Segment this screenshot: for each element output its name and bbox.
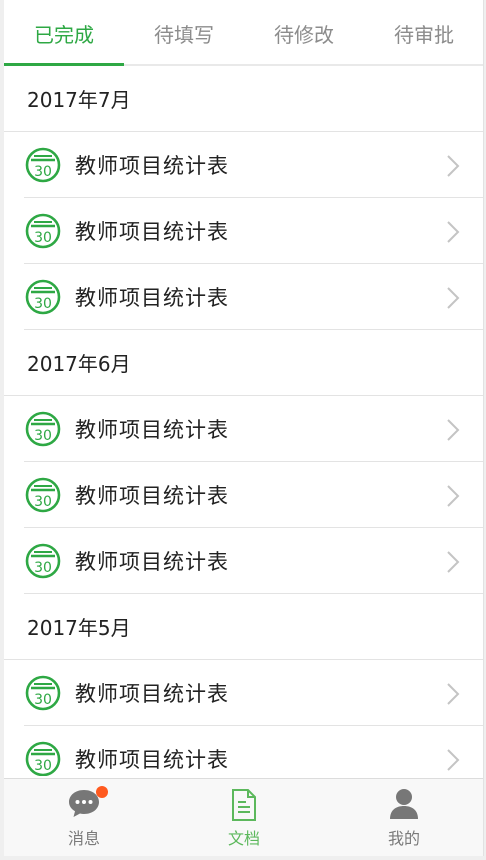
month-header: 2017年7月 [4,66,483,132]
tab-to-approve[interactable]: 待审批 [364,0,483,64]
list-item-title: 教师项目统计表 [75,219,229,244]
chevron-right-icon [447,683,460,705]
app-screen: 已完成 待填写 待修改 待审批 2017年7月 30 教师项目统计表 30 教师项目统计… [4,0,484,856]
nav-messages-label: 消息 [67,829,100,848]
month-header: 2017年5月 [4,594,483,660]
calendar-icon-number: 30 [34,428,52,444]
chevron-right-icon [447,749,460,771]
calendar-icon-number: 30 [34,230,52,246]
chevron-right-icon [447,485,460,507]
list-item[interactable]: 30 教师项目统计表 [24,264,483,330]
document-icon [232,789,256,821]
calendar-icon: 30 [25,543,61,578]
nav-profile[interactable]: 我的 [324,779,483,856]
list-item[interactable]: 30 教师项目统计表 [24,660,483,726]
calendar-icon: 30 [25,147,61,182]
chevron-right-icon [447,551,460,573]
list-item-title: 教师项目统计表 [75,681,229,706]
nav-messages[interactable]: 消息 [4,779,164,856]
chevron-right-icon [447,287,460,309]
month-header: 2017年6月 [4,330,483,396]
calendar-icon-number: 30 [34,560,52,576]
tab-completed[interactable]: 已完成 [4,0,124,66]
unread-badge [96,786,108,798]
list-item[interactable]: 30 教师项目统计表 [24,528,483,594]
person-icon [390,789,418,819]
calendar-icon: 30 [25,675,61,710]
chevron-right-icon [447,221,460,243]
nav-documents[interactable]: 文档 [164,779,324,856]
calendar-icon-number: 30 [34,758,52,774]
list-item[interactable]: 30 教师项目统计表 [24,132,483,198]
nav-profile-label: 我的 [387,829,420,848]
document-list: 2017年7月 30 教师项目统计表 30 教师项目统计表 30 教师项目统计表 2017年6… [4,66,483,776]
tab-to-fill[interactable]: 待填写 [124,0,244,64]
calendar-icon: 30 [25,411,61,446]
calendar-icon-number: 30 [34,164,52,180]
calendar-icon: 30 [25,213,61,248]
calendar-icon-number: 30 [34,296,52,312]
list-item-title: 教师项目统计表 [75,285,229,310]
calendar-icon-number: 30 [34,494,52,510]
list-item[interactable]: 30 教师项目统计表 [24,198,483,264]
list-item-title: 教师项目统计表 [75,153,229,178]
chevron-right-icon [447,155,460,177]
chevron-right-icon [447,419,460,441]
tab-to-revise[interactable]: 待修改 [244,0,364,64]
list-item-title: 教师项目统计表 [75,483,229,508]
bottom-nav: 消息 文档 我的 [4,778,483,856]
list-item-title: 教师项目统计表 [75,549,229,574]
list-item[interactable]: 30 教师项目统计表 [24,396,483,462]
calendar-icon: 30 [25,741,61,776]
calendar-icon-number: 30 [34,692,52,708]
calendar-icon: 30 [25,477,61,512]
list-item[interactable]: 30 教师项目统计表 [24,462,483,528]
list-item-title: 教师项目统计表 [75,417,229,442]
list-item-title: 教师项目统计表 [75,747,229,772]
tab-bar: 已完成 待填写 待修改 待审批 [4,0,483,66]
list-item[interactable]: 30 教师项目统计表 [24,726,483,776]
nav-documents-label: 文档 [227,829,260,848]
calendar-icon: 30 [25,279,61,314]
